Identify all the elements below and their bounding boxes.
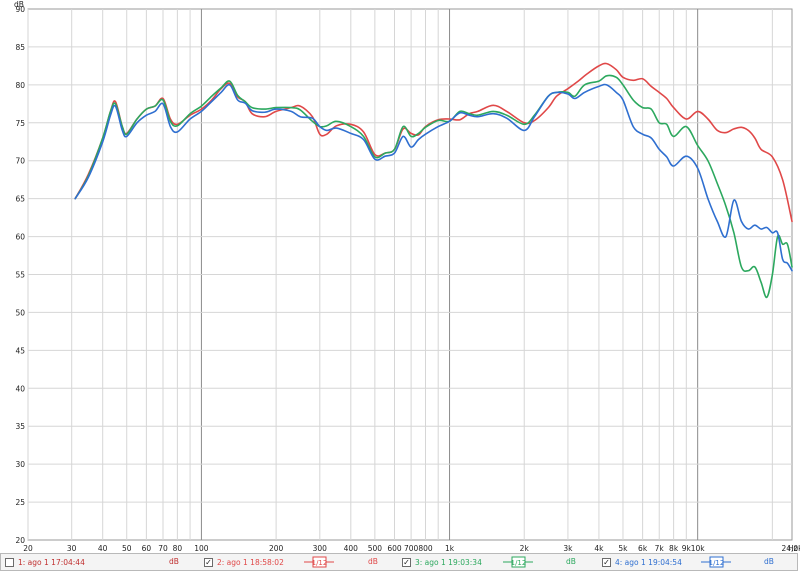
x-tick-label-22: 8k <box>669 544 679 553</box>
x-tick-label-12: 600 <box>387 544 402 553</box>
legend-item-2[interactable]: ✓ 2: ago 1 18:58:02 <box>204 554 284 570</box>
y-tick-label-9: 65 <box>15 195 25 204</box>
y-tick-label-10: 70 <box>15 157 25 166</box>
legend-checkbox-1[interactable] <box>5 557 14 567</box>
y-tick-labels: 202530354045505560657075808590 <box>15 5 25 545</box>
smoothing-label-3: 1/12 <box>511 559 527 567</box>
y-tick-label-2: 30 <box>15 460 25 469</box>
legend-unit-4: dB <box>764 557 774 566</box>
legend-checkbox-4[interactable]: ✓ <box>602 557 611 567</box>
x-tick-labels: 20 30 40 50 60 70 80 100 200 300 400 500 600 700 800 1k… <box>23 544 800 553</box>
x-tick-label-15: 1k <box>445 544 455 553</box>
legend-unit-3: dB <box>566 557 576 566</box>
legend-item-4[interactable]: ✓ 4: ago 1 19:04:54 <box>602 554 682 570</box>
x-tick-label-24: 10k <box>691 544 706 553</box>
legend-label-4: 4: ago 1 19:04:54 <box>615 557 682 567</box>
legend-item-1[interactable]: 1: ago 1 17:04:44 <box>5 554 85 570</box>
legend-unit-2: dB <box>368 557 378 566</box>
x-tick-label-6: 80 <box>173 544 183 553</box>
x-tick-label-13: 700 <box>404 544 419 553</box>
frequency-response-chart: 202530354045505560657075808590 20 30 40 50 6… <box>14 0 800 553</box>
x-tick-label-1: 30 <box>67 544 77 553</box>
smoothing-control-4[interactable]: 1/12 <box>701 556 731 568</box>
legend-label-3: 3: ago 1 19:03:34 <box>415 557 482 567</box>
x-tick-label-0: 20 <box>23 544 33 553</box>
y-tick-label-4: 40 <box>15 384 25 393</box>
x-tick-label-5: 70 <box>158 544 168 553</box>
x-tick-label-11: 500 <box>368 544 383 553</box>
legend-label-2: 2: ago 1 18:58:02 <box>217 557 284 567</box>
smoothing-control-3[interactable]: 1/12 <box>503 556 533 568</box>
y-tick-label-5: 45 <box>15 346 25 355</box>
y-tick-label-8: 60 <box>15 233 25 242</box>
legend-item-3[interactable]: ✓ 3: ago 1 19:03:34 <box>402 554 482 570</box>
smoothing-label-4: 1/12 <box>709 559 725 567</box>
y-unit-label: dB <box>14 0 24 9</box>
y-tick-label-3: 35 <box>15 422 25 431</box>
x-unit-label: Hz <box>788 544 798 553</box>
y-tick-label-11: 75 <box>15 119 25 128</box>
x-tick-label-8: 200 <box>269 544 284 553</box>
x-tick-label-20: 6k <box>638 544 648 553</box>
x-tick-label-10: 400 <box>344 544 359 553</box>
y-tick-label-6: 50 <box>15 308 25 317</box>
legend-unit-1: dB <box>169 557 179 566</box>
legend-bar: 1: ago 1 17:04:44 dB ✓ 2: ago 1 18:58:02… <box>0 553 798 571</box>
y-tick-label-7: 55 <box>15 271 25 280</box>
smoothing-label-2: 1/12 <box>312 559 328 567</box>
x-tick-label-4: 60 <box>142 544 152 553</box>
x-tick-label-19: 5k <box>618 544 628 553</box>
x-tick-label-9: 300 <box>313 544 328 553</box>
legend-label-1: 1: ago 1 17:04:44 <box>18 557 85 567</box>
legend-checkbox-3[interactable]: ✓ <box>402 557 411 567</box>
x-tick-label-2: 40 <box>98 544 108 553</box>
x-tick-label-21: 7k <box>655 544 665 553</box>
y-tick-label-1: 25 <box>15 498 25 507</box>
y-tick-label-12: 80 <box>15 81 25 90</box>
x-tick-label-3: 50 <box>122 544 132 553</box>
x-tick-label-17: 3k <box>563 544 573 553</box>
y-tick-label-13: 85 <box>15 43 25 52</box>
x-tick-label-16: 2k <box>520 544 530 553</box>
x-tick-label-18: 4k <box>594 544 604 553</box>
legend-checkbox-2[interactable]: ✓ <box>204 557 213 567</box>
smoothing-control-2[interactable]: 1/12 <box>304 556 334 568</box>
x-tick-label-7: 100 <box>194 544 209 553</box>
x-tick-label-14: 800 <box>418 544 433 553</box>
